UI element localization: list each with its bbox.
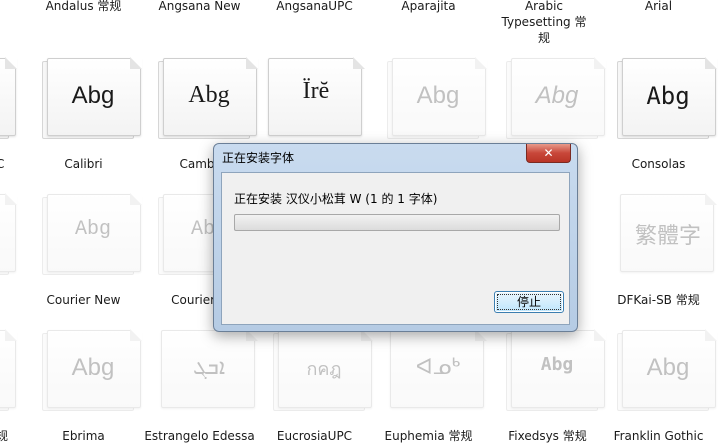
font-name-label: Consolas <box>631 157 686 171</box>
font-file-icon: Ïrĕ <box>268 57 365 138</box>
dialog-title: 正在安装字体 <box>222 151 295 165</box>
font-tile-partial-left-2[interactable]: 规 <box>0 329 17 444</box>
font-name-label: Aparajita <box>401 0 456 13</box>
font-sample: Ïrĕ <box>302 78 330 104</box>
font-file-icon: Abg <box>506 57 606 139</box>
font-tile-arial[interactable]: Arial <box>600 0 717 18</box>
font-file-icon <box>0 193 17 275</box>
font-tile-partial-left[interactable] <box>0 193 17 330</box>
font-file-icon: กคฎ <box>273 329 373 411</box>
font-file-icon: ܐܒܓ <box>161 329 258 410</box>
font-sample: Abg <box>535 82 579 109</box>
font-file-icon: Abg <box>42 193 142 275</box>
font-file-icon <box>0 329 17 411</box>
font-name-label: Andalus 常规 <box>45 0 122 13</box>
font-sample: ᐊᓄᒃ <box>415 354 461 379</box>
font-file-icon: Abg <box>617 329 717 411</box>
font-tile-eucrosiaupc[interactable]: กคฎ EucrosiaUPC <box>256 329 373 444</box>
font-name-label: EucrosiaUPC <box>276 429 353 443</box>
font-sample: กคฎ <box>306 359 342 379</box>
font-tile-dfkai-sb[interactable]: 繁體字 DFKai-SB 常规 <box>600 193 717 330</box>
font-name-label: Calibri <box>64 157 103 171</box>
font-tile-franklin-gothic[interactable]: Abg Franklin Gothic <box>600 329 717 444</box>
close-icon: ✕ <box>543 146 554 160</box>
font-file-icon: Abg <box>42 329 142 411</box>
font-name-label: 规 <box>0 429 9 443</box>
font-tile-andalus[interactable]: Andalus 常规 <box>25 0 142 18</box>
font-sample: Abg <box>74 218 111 241</box>
font-name-label: Arabic Typesetting 常规 <box>501 0 587 45</box>
font-name-label: Angsana New <box>158 0 241 13</box>
font-tile-angsana-new[interactable]: Angsana New <box>141 0 258 18</box>
font-file-icon: Abg <box>506 329 606 411</box>
install-status-text: 正在安装 汉仪小松茸 W (1 的 1 字体) <box>234 192 438 206</box>
font-name-label: Estrangelo Edessa 常规 <box>144 429 255 443</box>
font-name-label: DFKai-SB 常规 <box>617 293 700 307</box>
installing-fonts-dialog: 正在安装字体 ✕ 正在安装 汉仪小松茸 W (1 的 1 字体) 停止 <box>213 143 578 332</box>
font-file-icon <box>0 57 17 139</box>
font-sample: 繁體字 <box>634 224 701 249</box>
font-file-icon: Abg <box>42 57 142 139</box>
font-name-label: Ebrima <box>62 429 105 443</box>
font-tile-consolas[interactable]: Abg Consolas <box>600 57 717 194</box>
font-name-label: C <box>0 157 5 171</box>
font-sample: Abg <box>416 82 460 109</box>
close-button[interactable]: ✕ <box>526 144 571 163</box>
font-folder-view: Andalus 常规 Angsana New AngsanaUPC Aparaj… <box>0 0 726 444</box>
font-sample: Abg <box>71 354 115 381</box>
font-tile-courier-new[interactable]: Abg Courier New <box>25 193 142 330</box>
font-sample: Abg <box>646 82 690 110</box>
font-name-label: Euphemia 常规 <box>384 429 473 443</box>
font-name-label: Franklin Gothic <box>613 429 704 443</box>
font-tile-calibri[interactable]: Abg Calibri <box>25 57 142 194</box>
dialog-body: 正在安装 汉仪小松茸 W (1 的 1 字体) 停止 <box>221 172 570 325</box>
font-name-label: AngsanaUPC <box>276 0 353 13</box>
font-name-label: Arial <box>644 0 673 13</box>
font-tile-arabic-typesetting[interactable]: Arabic Typesetting 常规 <box>489 0 606 46</box>
font-sample: ܐܒܓ <box>192 354 226 379</box>
stop-button-label: 停止 <box>516 295 541 309</box>
font-sample: Abg <box>71 82 115 109</box>
font-sample: Abg <box>540 354 574 375</box>
font-file-icon: Abg <box>387 57 487 139</box>
font-file-icon: 繁體字 <box>620 193 717 274</box>
font-file-icon: Abg <box>158 57 258 139</box>
font-tile-aparajita[interactable]: Aparajita <box>370 0 487 18</box>
font-tile-euphemia[interactable]: ᐊᓄᒃ Euphemia 常规 <box>370 329 487 444</box>
font-tile-partial-c[interactable]: C <box>0 57 17 194</box>
font-sample: Abg <box>188 82 230 108</box>
font-tile-estrangelo-edessa[interactable]: ܐܒܓ Estrangelo Edessa 常规 <box>141 329 258 444</box>
font-file-icon: ᐊᓄᒃ <box>390 329 487 410</box>
font-name-label: Courier New <box>46 293 121 307</box>
font-name-label: Fixedsys 常规 <box>508 429 587 443</box>
stop-button[interactable]: 停止 <box>494 291 564 313</box>
font-file-icon: Abg <box>617 57 717 139</box>
font-tile-fixedsys[interactable]: Abg Fixedsys 常规 <box>489 329 606 444</box>
font-tile-ebrima[interactable]: Abg Ebrima <box>25 329 142 444</box>
install-progress-bar <box>234 214 560 231</box>
font-sample: Abg <box>646 354 690 381</box>
font-tile-angsanaupc[interactable]: AngsanaUPC <box>256 0 373 18</box>
